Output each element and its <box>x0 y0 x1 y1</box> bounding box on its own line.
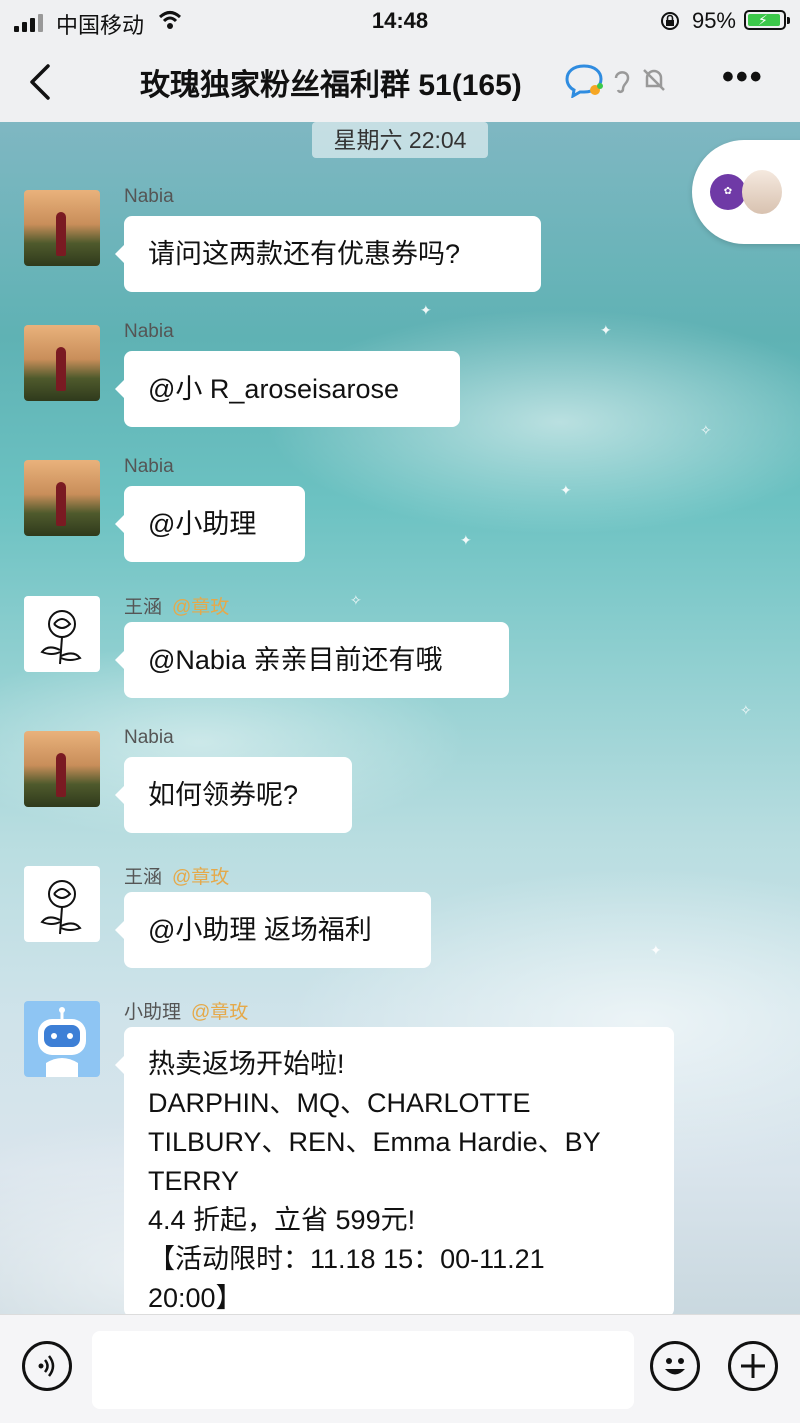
message-line: DARPHIN、MQ、CHARLOTTE <box>148 1088 531 1118</box>
chat-bubble-icon[interactable] <box>564 62 604 98</box>
sender-name: 王涵 @章玫 <box>124 592 229 619</box>
emoji-icon <box>665 1358 685 1375</box>
message-line: TERRY <box>148 1166 240 1196</box>
sender-label: 王涵 <box>124 597 163 618</box>
message-line: 4.4 折起，立省 599元! <box>148 1205 416 1235</box>
message-bubble[interactable]: @小 R_aroseisarose <box>115 351 460 427</box>
message-line: 20:00】 <box>148 1283 243 1313</box>
sender-label: Nabia <box>124 727 174 748</box>
emoji-button[interactable] <box>650 1341 700 1391</box>
chat-title: 玫瑰独家粉丝福利群 51(165) <box>140 69 522 102</box>
voice-button[interactable] <box>22 1341 72 1391</box>
message-bubble[interactable]: @小助理 返场福利 <box>115 892 431 968</box>
sender-label: 小助理 <box>124 1002 182 1023</box>
more-icon[interactable]: ••• <box>722 58 764 97</box>
status-bar: 中国移动 14:48 95% ⚡ <box>0 0 800 42</box>
message-bubble[interactable]: @小助理 <box>115 486 305 562</box>
battery-percent: 95% <box>691 8 736 33</box>
sender-name: Nabia <box>124 186 174 208</box>
avatar[interactable] <box>24 731 100 807</box>
message-line: 【活动限时：11.18 15：00-11.21 <box>148 1244 545 1274</box>
sender-label: 王涵 <box>124 867 163 888</box>
clock: 14:48 <box>371 8 429 33</box>
rose-drawing <box>40 880 82 935</box>
input-bar <box>0 1314 800 1423</box>
back-icon[interactable] <box>22 60 62 104</box>
message-bubble[interactable]: @Nabia 亲亲目前还有哦 <box>115 622 509 698</box>
host-avatar <box>742 170 782 214</box>
sender-mention-tag: @章玫 <box>172 597 230 618</box>
sender-label: Nabia <box>124 321 174 342</box>
sender-name: Nabia <box>124 321 174 343</box>
voice-icon <box>38 1355 55 1377</box>
message-input[interactable] <box>92 1331 634 1409</box>
ear-icon[interactable] <box>610 66 634 94</box>
chat-timestamp: 星期六 22:04 <box>312 122 488 158</box>
brand-logo-icon: ✿ <box>710 174 746 210</box>
plus-icon <box>741 1354 765 1378</box>
sender-name: 王涵 @章玫 <box>124 862 229 889</box>
floating-live-widget[interactable]: ✿ <box>692 140 800 244</box>
rose-drawing <box>40 610 82 665</box>
sender-label: Nabia <box>124 456 174 477</box>
plus-button[interactable] <box>728 1341 778 1391</box>
message-line: 热卖返场开始啦! <box>148 1049 345 1079</box>
message-bubble[interactable]: 如何领券呢? <box>115 757 352 833</box>
sender-mention-tag: @章玫 <box>191 1002 249 1023</box>
avatar[interactable] <box>24 1001 100 1077</box>
message-line: TILBURY、REN、Emma Hardie、BY <box>148 1127 601 1157</box>
avatar[interactable] <box>24 460 100 536</box>
message-bubble[interactable]: 热卖返场开始啦! DARPHIN、MQ、CHARLOTTE TILBURY、RE… <box>115 1027 674 1317</box>
mute-bell-icon[interactable] <box>640 66 668 94</box>
sender-mention-tag: @章玫 <box>172 867 230 888</box>
lock-rotation-icon <box>661 12 679 30</box>
sender-name: 小助理 @章玫 <box>124 997 248 1024</box>
avatar[interactable] <box>24 866 100 942</box>
robot-icon <box>38 1007 86 1077</box>
nav-bar: 玫瑰独家粉丝福利群 51(165) ••• <box>0 42 800 122</box>
avatar[interactable] <box>24 325 100 401</box>
sender-name: Nabia <box>124 727 174 749</box>
avatar[interactable] <box>24 190 100 266</box>
battery-icon: ⚡ <box>744 10 790 30</box>
avatar[interactable] <box>24 596 100 672</box>
message-bubble[interactable]: 请问这两款还有优惠券吗? <box>115 216 541 292</box>
sender-name: Nabia <box>124 456 174 478</box>
sender-label: Nabia <box>124 186 174 207</box>
